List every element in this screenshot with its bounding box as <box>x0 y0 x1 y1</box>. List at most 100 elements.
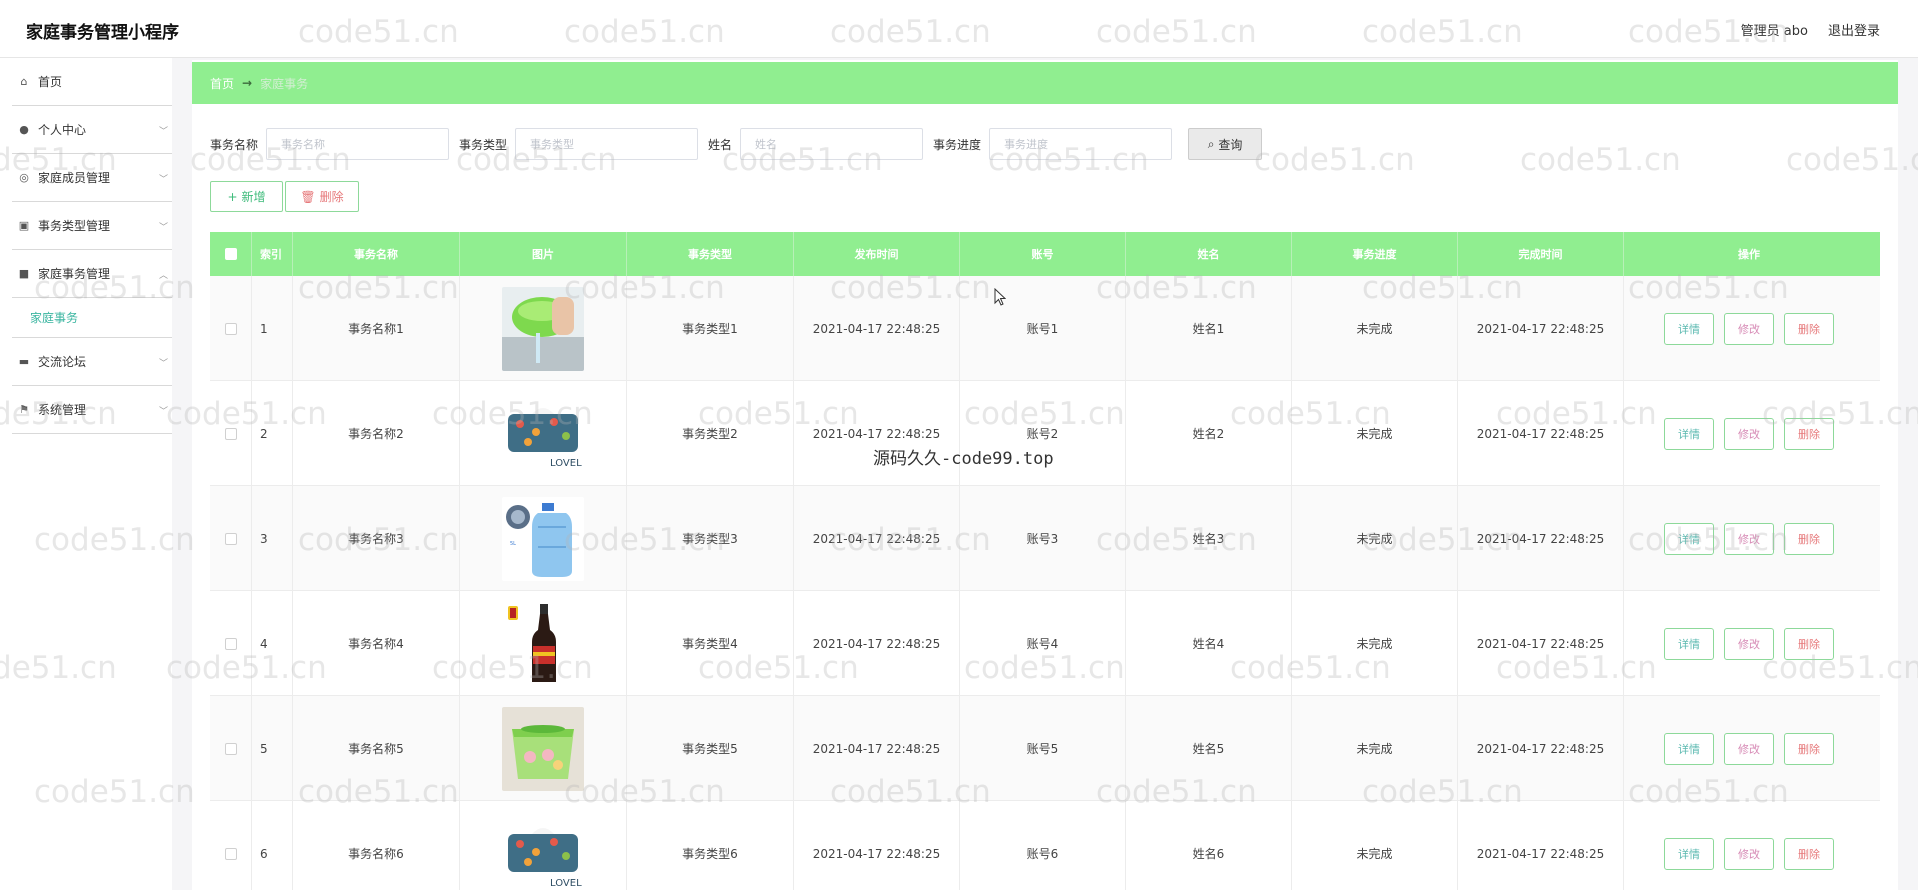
sidebar-item-members[interactable]: ◎ 家庭成员管理 ﹀ <box>12 154 172 202</box>
basket-image[interactable] <box>502 706 584 791</box>
type-label: 事务类型 <box>459 137 508 152</box>
cell-publish-time: 2021-04-17 22:48:25 <box>794 696 960 801</box>
search-icon: ⌕ <box>1207 136 1215 151</box>
detail-button[interactable]: 详情 <box>1664 417 1714 450</box>
delete-button[interactable]: 删除 <box>1784 312 1834 345</box>
chevron-down-icon: ﹀ <box>158 359 168 369</box>
cell-progress: 未完成 <box>1292 591 1458 696</box>
delete-button[interactable]: 删除 <box>1784 522 1834 555</box>
cell-finish-time: 2021-04-17 22:48:25 <box>1458 801 1624 890</box>
cell-account: 账号2 <box>960 381 1126 486</box>
cell-index: 3 <box>252 486 293 591</box>
name-label: 事务名称 <box>210 137 259 152</box>
cell-type: 事务类型4 <box>627 591 794 696</box>
row-checkbox[interactable] <box>224 847 237 860</box>
row-checkbox[interactable] <box>224 322 237 335</box>
table-row: 6 事务名称6 LOVEL 事务类型6 2021-04-17 22:48:25 … <box>210 801 1880 890</box>
sidebar-item-types[interactable]: ▣ 事务类型管理 ﹀ <box>12 202 172 250</box>
cell-account: 账号1 <box>960 276 1126 381</box>
edit-button[interactable]: 修改 <box>1724 837 1774 870</box>
name-input[interactable] <box>266 128 450 160</box>
chevron-down-icon: ﹀ <box>158 223 168 233</box>
header-progress[interactable]: 事务进度 <box>1292 232 1458 276</box>
strainer-image[interactable] <box>502 286 584 371</box>
sidebar-item-personal[interactable]: ● 个人中心 ﹀ <box>12 106 172 154</box>
row-checkbox[interactable] <box>224 532 237 545</box>
edit-button[interactable]: 修改 <box>1724 417 1774 450</box>
trash-icon: 🗑 <box>300 189 316 204</box>
delete-button[interactable]: 删除 <box>1784 627 1834 660</box>
cell-progress: 未完成 <box>1292 696 1458 801</box>
logout-link[interactable]: 退出登录 <box>1828 20 1880 39</box>
user-area: 管理员 abo 退出登录 <box>1741 20 1880 39</box>
sidebar-item-system[interactable]: ⚑ 系统管理 ﹀ <box>12 386 172 434</box>
delete-button[interactable]: 删除 <box>1784 837 1834 870</box>
cell-finish-time: 2021-04-17 22:48:25 <box>1458 696 1624 801</box>
cell-index: 2 <box>252 381 293 486</box>
sidebar-item-forum[interactable]: ▬ 交流论坛 ﹀ <box>12 338 172 386</box>
search-button-label: 查询 <box>1218 137 1243 152</box>
sidebar-item-affairs[interactable]: ■ 家庭事务管理 ︿ <box>12 250 172 298</box>
detail-button[interactable]: 详情 <box>1664 522 1714 555</box>
cell-ops: 详情 修改 删除 <box>1624 276 1874 381</box>
header-finish-time: 完成时间 <box>1458 232 1624 276</box>
cell-ops: 详情 修改 删除 <box>1624 696 1874 801</box>
user-name-input[interactable] <box>740 128 924 160</box>
header-select-all[interactable] <box>210 232 252 276</box>
tissue-box-image[interactable]: LOVEL <box>502 811 584 890</box>
cell-user-name: 姓名5 <box>1126 696 1292 801</box>
add-button[interactable]: + 新增 <box>210 181 283 212</box>
edit-button[interactable]: 修改 <box>1724 522 1774 555</box>
user-name-label: 姓名 <box>708 137 733 152</box>
sauce-bottle-image[interactable] <box>502 601 584 686</box>
row-checkbox[interactable] <box>224 637 237 650</box>
action-bar: + 新增 🗑 删除 <box>210 181 359 212</box>
row-select-cell <box>210 591 252 696</box>
detail-button[interactable]: 详情 <box>1664 837 1714 870</box>
cell-user-name: 姓名4 <box>1126 591 1292 696</box>
header-type[interactable]: 事务类型 <box>627 232 794 276</box>
cell-image <box>460 591 627 696</box>
progress-input[interactable] <box>989 128 1173 160</box>
cell-name: 事务名称5 <box>293 696 460 801</box>
batch-delete-button[interactable]: 🗑 删除 <box>285 181 359 212</box>
cell-progress: 未完成 <box>1292 801 1458 890</box>
cell-progress: 未完成 <box>1292 486 1458 591</box>
row-select-cell <box>210 276 252 381</box>
row-checkbox[interactable] <box>224 427 237 440</box>
edit-button[interactable]: 修改 <box>1724 627 1774 660</box>
dashboard-icon: ◎ <box>19 170 29 184</box>
table-row: 3 事务名称3 5L 事务类型3 2021-04-17 22:48:25 账号3… <box>210 486 1880 591</box>
select-all-checkbox[interactable] <box>224 248 237 260</box>
type-input[interactable] <box>515 128 699 160</box>
sidebar-item-label: 事务类型管理 <box>38 219 111 233</box>
cell-finish-time: 2021-04-17 22:48:25 <box>1458 486 1624 591</box>
row-select-cell <box>210 801 252 890</box>
tissue-box-image[interactable]: LOVEL <box>502 391 584 476</box>
search-button[interactable]: ⌕ 查询 <box>1188 128 1263 160</box>
detail-button[interactable]: 详情 <box>1664 627 1714 660</box>
cell-account: 账号3 <box>960 486 1126 591</box>
delete-button[interactable]: 删除 <box>1784 732 1834 765</box>
sidebar-item-label: 交流论坛 <box>38 355 87 369</box>
edit-button[interactable]: 修改 <box>1724 732 1774 765</box>
cell-name: 事务名称1 <box>293 276 460 381</box>
detail-button[interactable]: 详情 <box>1664 732 1714 765</box>
sidebar-item-home[interactable]: ⌂ 首页 <box>12 58 172 106</box>
cell-type: 事务类型1 <box>627 276 794 381</box>
briefcase-icon: ■ <box>18 266 30 280</box>
breadcrumb-home[interactable]: 首页 <box>210 75 234 92</box>
cell-user-name: 姓名2 <box>1126 381 1292 486</box>
cell-account: 账号4 <box>960 591 1126 696</box>
cell-index: 1 <box>252 276 293 381</box>
water-bottle-image[interactable]: 5L <box>502 496 584 581</box>
mouse-cursor-icon <box>994 288 1006 306</box>
cell-progress: 未完成 <box>1292 381 1458 486</box>
row-checkbox[interactable] <box>224 742 237 755</box>
edit-button[interactable]: 修改 <box>1724 312 1774 345</box>
header-user-name: 姓名 <box>1126 232 1292 276</box>
detail-button[interactable]: 详情 <box>1664 312 1714 345</box>
delete-button[interactable]: 删除 <box>1784 417 1834 450</box>
sidebar-subitem-affairs[interactable]: 家庭事务 <box>12 298 172 338</box>
header-name[interactable]: 事务名称 <box>293 232 460 276</box>
